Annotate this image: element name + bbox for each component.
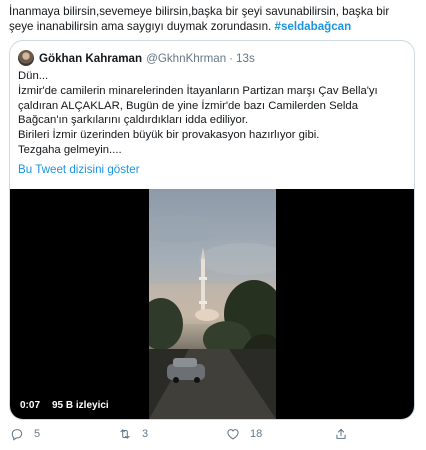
heart-icon bbox=[227, 429, 239, 440]
video-duration: 0:07 bbox=[20, 400, 41, 411]
share-button[interactable] bbox=[334, 427, 358, 441]
reply-button[interactable]: 5 bbox=[10, 427, 40, 441]
video-thumbnail-scene bbox=[149, 215, 276, 419]
body-line: İzmir'de camilerin minarelerinden İtayan… bbox=[18, 84, 378, 97]
quoted-tweet-body: Dün... İzmir'de camilerin minarelerinden… bbox=[18, 69, 410, 158]
tweet-text: İnanmaya bilirsin,sevemeye bilirsin,başk… bbox=[9, 4, 419, 34]
reply-count: 5 bbox=[34, 428, 41, 440]
quoted-tweet[interactable]: Gökhan Kahraman @GkhnKhrman · 13s Dün...… bbox=[9, 40, 415, 420]
video-frame bbox=[149, 189, 276, 419]
tweet-text-line: şeye inanabilirsin ama saygıyı duymak zo… bbox=[9, 20, 352, 33]
header-separator: · bbox=[229, 51, 234, 65]
hashtag-link[interactable]: #seldabağcan bbox=[275, 20, 352, 33]
body-line: Bağcan'ın şarkılarını çaldırdıkları idda… bbox=[18, 114, 249, 127]
video-view-count: 95 B izleyici bbox=[52, 400, 109, 411]
body-line: Dün... bbox=[18, 70, 49, 82]
tweet-actions: 5 3 18 bbox=[0, 427, 426, 445]
like-button[interactable]: 18 bbox=[226, 427, 262, 441]
share-icon bbox=[336, 428, 346, 439]
quoted-tweet-header: Gökhan Kahraman @GkhnKhrman · 13s bbox=[18, 49, 255, 67]
tweet-timestamp[interactable]: 13s bbox=[236, 52, 255, 65]
show-thread-link[interactable]: Bu Tweet dizisini göster bbox=[18, 163, 140, 176]
video-player[interactable]: 0:07 95 B izleyici bbox=[10, 189, 414, 419]
body-line: çaldıran ALÇAKLAR, Bugün de yine İzmir'd… bbox=[18, 99, 358, 112]
body-line: Birileri İzmir üzerinden büyük bir prova… bbox=[18, 129, 320, 142]
retweet-button[interactable]: 3 bbox=[118, 427, 148, 441]
author-handle[interactable]: @GkhnKhrman bbox=[146, 52, 226, 65]
reply-icon bbox=[11, 429, 23, 441]
body-line: Tezgaha gelmeyin.... bbox=[18, 143, 122, 156]
like-count: 18 bbox=[250, 428, 263, 440]
retweet-count: 3 bbox=[142, 428, 149, 440]
tweet-text-line: İnanmaya bilirsin,sevemeye bilirsin,başk… bbox=[9, 5, 390, 18]
author-name[interactable]: Gökhan Kahraman bbox=[39, 52, 142, 65]
retweet-icon bbox=[120, 429, 130, 439]
avatar[interactable] bbox=[18, 50, 34, 66]
